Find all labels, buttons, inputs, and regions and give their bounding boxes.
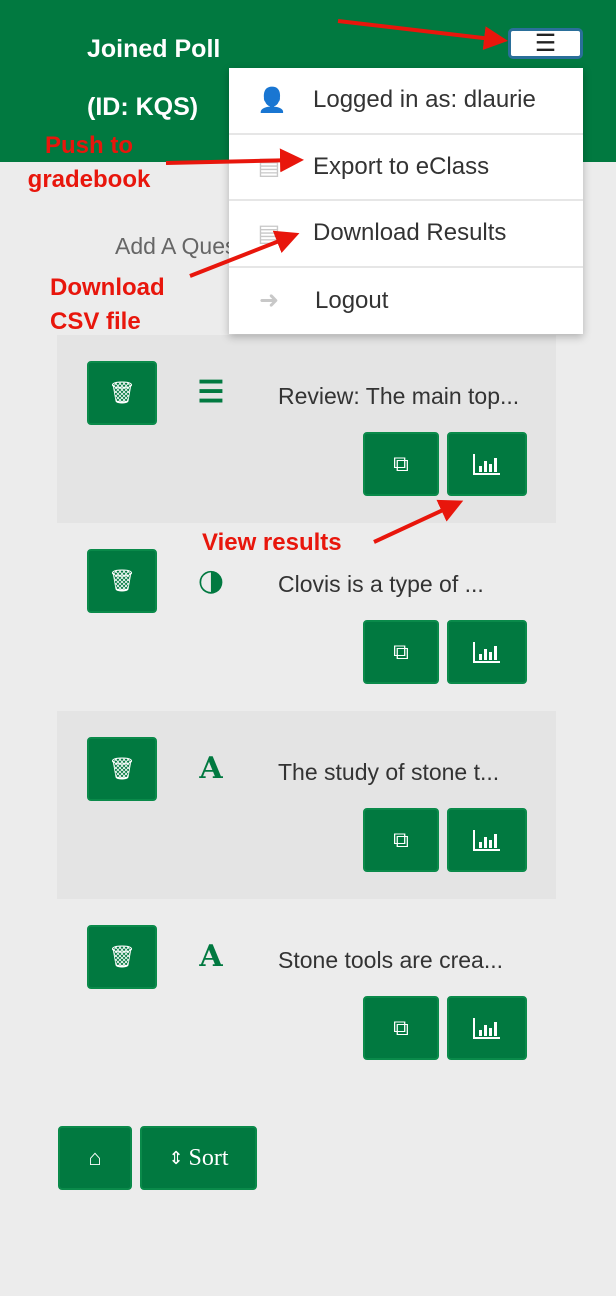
menu-item-label: Export to eClass <box>313 152 490 180</box>
poll-id: (ID: KQS) <box>87 93 199 121</box>
view-results-button[interactable] <box>447 996 527 1060</box>
duplicate-button[interactable]: ⧉ <box>363 620 439 684</box>
menu-item-label: Download Results <box>313 219 507 247</box>
menu-button[interactable]: ☰ <box>508 28 583 59</box>
sort-label: Sort <box>188 1144 229 1171</box>
copy-icon: ⧉ <box>393 1015 409 1040</box>
menu-item-export-eclass[interactable]: ▤ Export to eClass <box>229 135 583 201</box>
bar-chart-icon <box>473 830 500 851</box>
trash-icon: 🗑 <box>108 380 136 405</box>
bar-chart-icon <box>473 1018 500 1039</box>
menu-item-logout[interactable]: ➜ Logout <box>229 268 583 335</box>
home-button[interactable]: ⌂ <box>58 1126 132 1190</box>
delete-button[interactable]: 🗑 <box>87 737 157 801</box>
delete-button[interactable]: 🗑 <box>87 361 157 425</box>
logout-icon: ➜ <box>258 287 280 315</box>
menu-item-download-results[interactable]: ▤ Download Results <box>229 201 583 268</box>
menu-item-logged-in: 👤 Logged in as: dlaurie <box>229 68 583 135</box>
view-results-button[interactable] <box>447 620 527 684</box>
question-text[interactable]: Clovis is a type of ... <box>278 571 484 598</box>
question-row: 🗑 A Stone tools are crea... ⧉ <box>57 899 556 1087</box>
question-text[interactable]: Stone tools are crea... <box>278 947 503 974</box>
view-results-button[interactable] <box>447 808 527 872</box>
copy-icon: ⧉ <box>393 451 409 476</box>
duplicate-button[interactable]: ⧉ <box>363 432 439 496</box>
annotation-download: Download CSV file <box>50 274 165 335</box>
duplicate-button[interactable]: ⧉ <box>363 808 439 872</box>
copy-icon: ⧉ <box>393 639 409 664</box>
sort-button[interactable]: ⇕ Sort <box>140 1126 257 1190</box>
trash-icon: 🗑 <box>108 568 136 593</box>
poll-title: Joined Poll <box>87 35 221 63</box>
text-a-icon: A <box>199 939 223 974</box>
home-icon: ⌂ <box>88 1145 102 1170</box>
delete-button[interactable]: 🗑 <box>87 549 157 613</box>
half-circle-icon: ◑ <box>197 563 225 598</box>
file-icon: ▤ <box>257 219 281 247</box>
file-icon: ▤ <box>257 153 281 181</box>
menu-item-label: Logged in as: dlaurie <box>313 86 536 114</box>
delete-button[interactable]: 🗑 <box>87 925 157 989</box>
menu-item-label: Logout <box>315 286 389 314</box>
bar-chart-icon <box>473 642 500 663</box>
question-text[interactable]: Review: The main top... <box>278 383 519 410</box>
user-icon: 👤 <box>257 86 287 114</box>
bar-chart-icon <box>473 454 500 475</box>
trash-icon: 🗑 <box>108 944 136 969</box>
hamburger-icon: ☰ <box>534 30 557 57</box>
question-row: 🗑 ☰ Review: The main top... ⧉ <box>57 335 556 523</box>
text-a-icon: A <box>199 751 223 786</box>
view-results-button[interactable] <box>447 432 527 496</box>
annotation-text: Push to gradebook <box>27 132 151 193</box>
question-text[interactable]: The study of stone t... <box>278 759 499 786</box>
sort-icon: ⇕ <box>168 1147 184 1168</box>
annotation-view: View results <box>202 529 342 556</box>
trash-icon: 🗑 <box>108 756 136 781</box>
dropdown-menu: 👤 Logged in as: dlaurie ▤ Export to eCla… <box>229 68 583 334</box>
annotation-push: Push to gradebook <box>28 129 166 197</box>
copy-icon: ⧉ <box>393 827 409 852</box>
question-row: 🗑 A The study of stone t... ⧉ <box>57 711 556 899</box>
duplicate-button[interactable]: ⧉ <box>363 996 439 1060</box>
list-icon: ☰ <box>197 375 225 410</box>
